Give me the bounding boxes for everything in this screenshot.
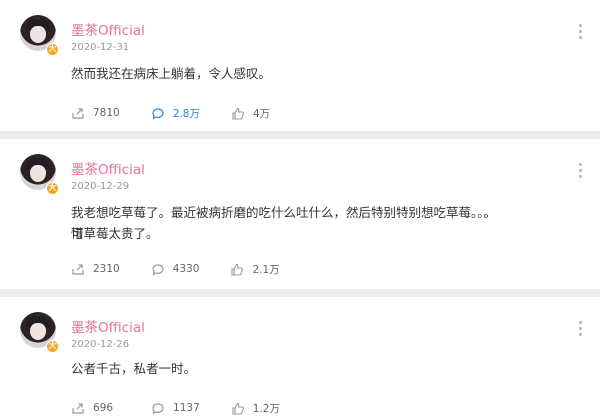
comment-button[interactable]: 1137 [151,402,200,415]
post-text: 公者千古，私者一时。 [71,361,197,376]
like-icon [231,107,245,120]
post-date[interactable]: 2020-12-29 [71,181,129,192]
comment-button[interactable]: 4330 [151,263,200,276]
comment-count: 4330 [172,263,200,275]
more-options-icon[interactable] [579,321,583,339]
weibo-feed: 大 墨茶Official 2020-12-31 然而我还在病床上躺着，令人感叹。… [0,0,600,418]
repost-count: 7810 [93,107,120,119]
post-card: 大 墨茶Official 2020-12-26 公者千古，私者一时。 696 1… [0,297,600,418]
post-actions: 696 1137 1.2万 [71,400,280,416]
repost-count: 2310 [93,263,120,275]
repost-icon [71,107,85,120]
comment-icon [151,107,165,120]
repost-button[interactable]: 696 [71,402,113,415]
more-options-icon[interactable] [579,163,583,181]
post-text: 然而我还在病床上躺着，令人感叹。 [71,66,272,81]
comment-count: 2.8万 [172,107,200,120]
like-button[interactable]: 4万 [231,106,270,121]
author-name[interactable]: 墨茶Official [71,316,145,336]
author-name[interactable]: 墨茶Official [71,19,145,39]
author-name[interactable]: 墨茶Official [71,158,145,178]
like-icon [231,402,245,415]
comment-icon [151,402,165,415]
verified-badge-icon: 大 [46,340,59,353]
more-options-icon[interactable] [579,24,583,42]
post-actions: 2310 4330 2.1万 [71,261,280,277]
post-card: 大 墨茶Official 2020-12-31 然而我还在病床上躺着，令人感叹。… [0,0,600,131]
repost-icon [71,402,85,415]
like-icon [230,263,244,276]
comment-icon [151,263,165,276]
post-actions: 7810 2.8万 4万 [71,105,270,121]
post-card: 大 墨茶Official 2020-12-29 我老想吃草莓了。最近被病折磨的吃… [0,139,600,289]
like-button[interactable]: 1.2万 [231,401,280,416]
post-date[interactable]: 2020-12-31 [71,42,129,53]
like-button[interactable]: 2.1万 [230,262,280,277]
post-text-line-2: 惜草莓太贵了。 [71,226,159,241]
like-count: 4万 [252,107,271,120]
comment-button[interactable]: 2.8万 [151,106,200,121]
post-date[interactable]: 2020-12-26 [71,339,129,350]
like-count: 1.2万 [252,402,280,415]
repost-button[interactable]: 2310 [71,263,120,276]
repost-icon [71,263,85,276]
verified-badge-icon: 大 [46,182,59,195]
verified-badge-icon: 大 [46,43,59,56]
comment-count: 1137 [173,402,200,414]
repost-count: 696 [93,402,114,414]
repost-button[interactable]: 7810 [71,107,120,120]
like-count: 2.1万 [252,263,280,276]
